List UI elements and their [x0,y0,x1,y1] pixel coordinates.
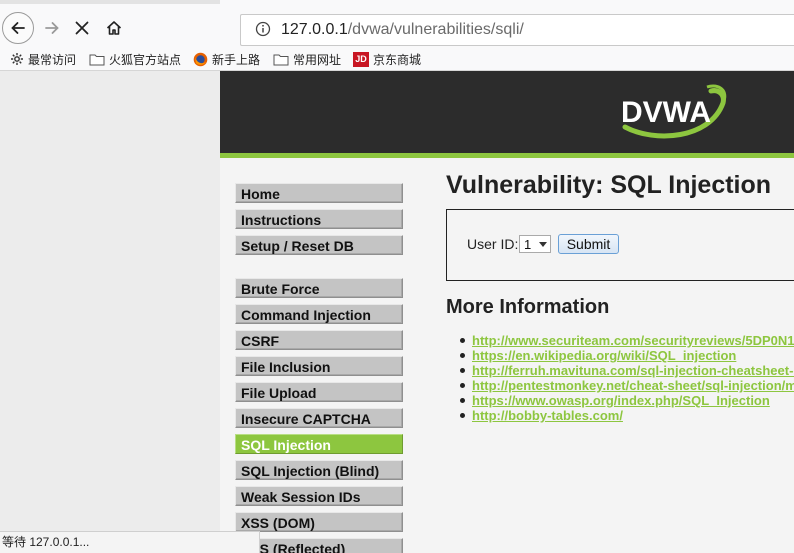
status-bar: 等待 127.0.0.1... [0,531,260,553]
vulnerable-form-box: User ID: 1 Submit [446,209,794,281]
bookmark-label: 最常访问 [28,52,77,67]
user-id-label: User ID: [467,236,519,252]
list-item: https://www.owasp.org/index.php/SQL_Inje… [459,393,794,408]
back-button[interactable] [2,12,34,44]
bookmark-common-sites[interactable]: 常用网址 [273,50,341,68]
menu-item-xss-dom[interactable]: XSS (DOM) [235,512,403,532]
list-item: http://www.securiteam.com/securityreview… [459,333,794,348]
browser-toolbar: 127.0.0.1/dvwa/vulnerabilities/sqli/ [0,0,794,46]
home-icon [106,21,122,35]
close-icon [75,21,89,35]
logo-text: DVWA [621,96,711,129]
menu-item-insecure-captcha[interactable]: Insecure CAPTCHA [235,408,403,428]
bookmark-getting-started[interactable]: 新手上路 [193,50,260,68]
dvwa-logo-icon: DVWA [621,84,727,139]
menu-item-brute-force[interactable]: Brute Force [235,278,403,298]
url-host: 127.0.0.1 [281,21,348,38]
list-item: http://bobby-tables.com/ [459,408,794,423]
menu-item-weak-session-ids[interactable]: Weak Session IDs [235,486,403,506]
reference-link[interactable]: https://en.wikipedia.org/wiki/SQL_inject… [472,348,736,363]
bookmark-firefox-official[interactable]: 火狐官方站点 [89,50,181,68]
menu-item-setup-reset-db[interactable]: Setup / Reset DB [235,235,403,255]
submit-button[interactable]: Submit [558,234,619,254]
bookmark-jd-mall[interactable]: JD 京东商城 [353,50,421,68]
more-info-links: http://www.securiteam.com/securityreview… [459,333,794,423]
bookmarks-bar: 最常访问 火狐官方站点 新手上路 常用网址 JD 京东商城 [0,46,794,71]
menu-item-file-upload[interactable]: File Upload [235,382,403,402]
menu-item-csrf[interactable]: CSRF [235,330,403,350]
bookmark-label: 新手上路 [212,52,261,67]
list-item: https://en.wikipedia.org/wiki/SQL_inject… [459,348,794,363]
menu-item-sql-injection-blind[interactable]: SQL Injection (Blind) [235,460,403,480]
page-title: Vulnerability: SQL Injection [446,171,772,199]
menu-item-file-inclusion[interactable]: File Inclusion [235,356,403,376]
url-text[interactable]: 127.0.0.1/dvwa/vulnerabilities/sqli/ [281,21,524,39]
reference-link[interactable]: https://www.owasp.org/index.php/SQL_Inje… [472,393,770,408]
list-item: http://ferruh.mavituna.com/sql-injection… [459,363,794,378]
menu-item-instructions[interactable]: Instructions [235,209,403,229]
page-viewport: DVWA Home Instructions Setup / Reset DB … [0,71,794,553]
url-bar[interactable]: 127.0.0.1/dvwa/vulnerabilities/sqli/ [240,14,794,46]
home-button[interactable] [98,12,130,44]
more-info-heading: More Information [446,296,610,318]
reference-link[interactable]: http://bobby-tables.com/ [472,408,623,423]
list-item: http://pentestmonkey.net/cheat-sheet/sql… [459,378,794,393]
dvwa-logo: DVWA [615,81,730,146]
stop-button[interactable] [66,12,98,44]
menu-item-command-injection[interactable]: Command Injection [235,304,403,324]
menu-item-xss-reflected[interactable]: XSS (Reflected) [235,538,403,553]
gear-icon [11,53,23,65]
chevron-down-icon [539,242,547,247]
page-margin [0,71,220,553]
folder-icon [89,54,105,65]
bookmark-label: 火狐官方站点 [109,52,182,67]
bookmark-label: 常用网址 [293,52,342,67]
reference-link[interactable]: http://ferruh.mavituna.com/sql-injection… [472,363,794,378]
tab-strip-edge [0,0,220,4]
reference-link[interactable]: http://www.securiteam.com/securityreview… [472,333,794,348]
url-path: /dvwa/vulnerabilities/sqli/ [347,21,524,38]
user-id-select[interactable]: 1 [519,235,551,253]
info-icon[interactable] [255,21,271,37]
forward-arrow-icon [45,22,59,34]
menu-item-home[interactable]: Home [235,183,403,203]
folder-icon [273,54,289,65]
bookmark-label: 京东商城 [373,52,422,67]
forward-button[interactable] [36,12,68,44]
dvwa-header: DVWA [220,71,794,153]
back-arrow-icon [11,22,25,34]
header-accent-bar [220,153,794,158]
user-id-value: 1 [524,237,532,252]
dvwa-page: DVWA Home Instructions Setup / Reset DB … [220,71,794,553]
jd-icon: JD [353,51,369,67]
menu-item-sql-injection[interactable]: SQL Injection [235,434,403,454]
bookmark-most-visited[interactable]: 最常访问 [10,50,76,68]
firefox-icon [193,52,208,66]
reference-link[interactable]: http://pentestmonkey.net/cheat-sheet/sql… [472,378,794,393]
